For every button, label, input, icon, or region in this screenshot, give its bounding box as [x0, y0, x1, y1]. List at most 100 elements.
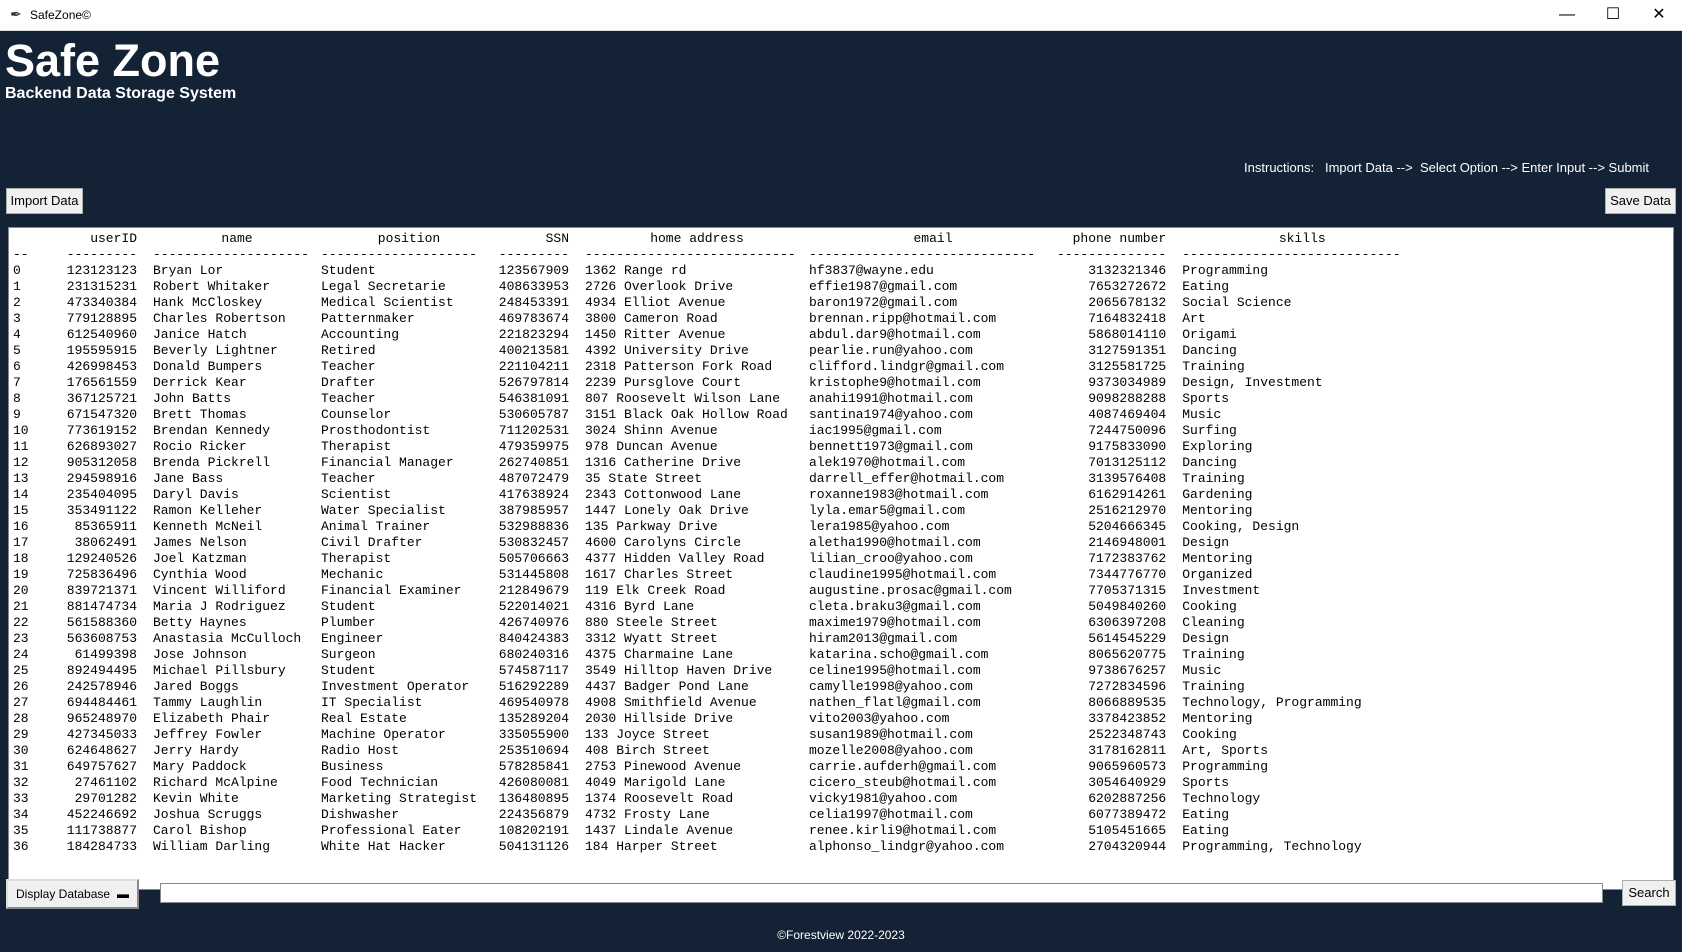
cell-home-address: 2030 Hillside Drive: [585, 711, 734, 726]
table-row: 19 725836496 Cynthia Wood Mechanic 531445808…: [13, 567, 1422, 583]
cell-ssn: 400213581: [498, 343, 569, 358]
cell-email: abdul.dar9@hotmail.com: [809, 327, 981, 342]
app-subtitle: Backend Data Storage System: [5, 85, 237, 102]
data-display-area[interactable]: userID name position SSN home address email ph…: [8, 227, 1674, 890]
table-row: 6 426998453 Donald Bumpers Teacher 221104211…: [13, 359, 1422, 375]
cell-phone-number: 2522348743: [1088, 727, 1167, 742]
cell-index: 21: [13, 599, 29, 614]
cell-index: 1: [13, 279, 21, 294]
maximize-button[interactable]: ☐: [1590, 0, 1636, 30]
cell-skills: Gardening: [1182, 487, 1253, 502]
table-row: 5 195595915 Beverly Lightner Retired 4002135…: [13, 343, 1422, 359]
cell-user-id: 561588360: [66, 615, 137, 630]
cell-ssn: 516292289: [498, 679, 569, 694]
cell-home-address: 119 Elk Creek Road: [585, 583, 726, 598]
table-row: 18 129240526 Joel Katzman Therapist 50570666…: [13, 551, 1422, 567]
cell-position: Teacher: [321, 359, 376, 374]
cell-position: Machine Operator: [321, 727, 446, 742]
cell-home-address: 3151 Black Oak Hollow Road: [585, 407, 788, 422]
table-row: 23 563608753 Anastasia McCulloch Engineer 84…: [13, 631, 1422, 647]
cell-user-id: 649757627: [66, 759, 137, 774]
cell-email: claudine1995@hotmail.com: [809, 567, 997, 582]
cell-home-address: 4908 Smithfield Avenue: [585, 695, 757, 710]
display-option-dropdown[interactable]: Display Database ▬: [6, 879, 139, 909]
cell-email: cicero_steub@hotmail.com: [809, 775, 997, 790]
cell-ssn: 335055900: [498, 727, 569, 742]
close-button[interactable]: ✕: [1636, 0, 1682, 30]
cell-position: Investment Operator: [321, 679, 470, 694]
table-row: 28 965248970 Elizabeth Phair Real Estate 135…: [13, 711, 1422, 727]
cell-index: 34: [13, 807, 29, 822]
cell-ssn: 505706663: [498, 551, 569, 566]
cell-phone-number: 3054640929: [1088, 775, 1167, 790]
cell-user-id: 111738877: [66, 823, 137, 838]
cell-email: iac1995@gmail.com: [809, 423, 942, 438]
cell-skills: Exploring: [1182, 439, 1253, 454]
column-header-skills: skills: [1278, 231, 1326, 246]
cell-email: santina1974@yahoo.com: [809, 407, 973, 422]
cell-ssn: 212849679: [498, 583, 569, 598]
cell-position: Professional Eater: [321, 823, 462, 838]
cell-email: baron1972@gmail.com: [809, 295, 958, 310]
cell-user-id: 123123123: [66, 263, 137, 278]
cell-email: celine1995@hotmail.com: [809, 663, 981, 678]
cell-ssn: 135289204: [498, 711, 569, 726]
cell-ssn: 108202191: [498, 823, 569, 838]
save-data-button[interactable]: Save Data: [1605, 188, 1676, 214]
cell-position: Financial Examiner: [321, 583, 462, 598]
table-row: 12 905312058 Brenda Pickrell Financial Mana…: [13, 455, 1422, 471]
table-row: 4 612540960 Janice Hatch Accounting 22182329…: [13, 327, 1422, 343]
cell-name: Jane Bass: [153, 471, 224, 486]
cell-phone-number: 3139576408: [1088, 471, 1167, 486]
cell-position: Business: [321, 759, 384, 774]
cell-index: 11: [13, 439, 29, 454]
cell-name: Betty Haynes: [153, 615, 247, 630]
cell-home-address: 3312 Wyatt Street: [585, 631, 718, 646]
table-row: 22 561588360 Betty Haynes Plumber 426740976 8…: [13, 615, 1422, 631]
search-button[interactable]: Search: [1622, 880, 1676, 906]
feather-icon: ✒: [10, 6, 22, 22]
table-row: 0 123123123 Bryan Lor Student 123567909 1362 …: [13, 263, 1422, 279]
cell-name: Michael Pillsbury: [153, 663, 286, 678]
cell-ssn: 840424383: [498, 631, 569, 646]
column-header-email: email: [913, 231, 953, 246]
cell-user-id: 176561559: [66, 375, 137, 390]
cell-ssn: 578285841: [498, 759, 569, 774]
cell-index: 26: [13, 679, 29, 694]
cell-name: Robert Whitaker: [153, 279, 271, 294]
table-row: 7 176561559 Derrick Kear Drafter 526797814 22…: [13, 375, 1422, 391]
cell-email: lera1985@yahoo.com: [809, 519, 950, 534]
cell-phone-number: 5049840260: [1088, 599, 1167, 614]
dropdown-indicator-icon: ▬: [117, 887, 129, 901]
app-title: Safe Zone: [5, 35, 221, 86]
table-row: 27 694484461 Tammy Laughlin IT Specialist 46…: [13, 695, 1422, 711]
import-data-button[interactable]: Import Data: [6, 188, 83, 214]
cell-home-address: 3549 Hilltop Haven Drive: [585, 663, 773, 678]
cell-ssn: 248453391: [498, 295, 569, 310]
cell-position: IT Specialist: [321, 695, 423, 710]
cell-phone-number: 5204666345: [1088, 519, 1167, 534]
cell-position: Teacher: [321, 471, 376, 486]
cell-email: vicky1981@yahoo.com: [809, 791, 958, 806]
cell-skills: Dancing: [1182, 343, 1237, 358]
cell-home-address: 4437 Badger Pond Lane: [585, 679, 749, 694]
cell-skills: Technology, Programming: [1182, 695, 1362, 710]
display-option-value: Display Database: [16, 887, 111, 901]
cell-position: Prosthodontist: [321, 423, 431, 438]
cell-user-id: 773619152: [66, 423, 137, 438]
cell-skills: Mentoring: [1182, 711, 1253, 726]
cell-phone-number: 9175833090: [1088, 439, 1167, 454]
minimize-button[interactable]: —: [1544, 0, 1590, 30]
cell-skills: Music: [1182, 407, 1222, 422]
cell-home-address: 35 State Street: [585, 471, 703, 486]
cell-phone-number: 7164832418: [1088, 311, 1167, 326]
search-input[interactable]: [160, 883, 1603, 903]
cell-user-id: 563608753: [66, 631, 137, 646]
cell-name: Beverly Lightner: [153, 343, 278, 358]
cell-skills: Sports: [1182, 391, 1230, 406]
cell-skills: Training: [1182, 471, 1245, 486]
cell-skills: Design: [1182, 535, 1230, 550]
cell-email: hiram2013@gmail.com: [809, 631, 958, 646]
cell-phone-number: 3132321346: [1088, 263, 1167, 278]
table-row: 26 242578946 Jared Boggs Investment Operato…: [13, 679, 1422, 695]
